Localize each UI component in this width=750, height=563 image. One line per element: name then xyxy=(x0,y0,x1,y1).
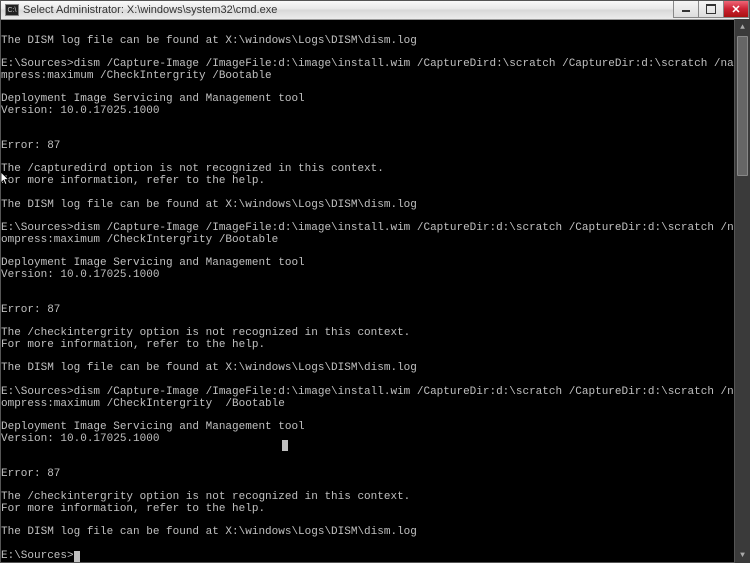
scroll-down-arrow-icon[interactable]: ▼ xyxy=(735,547,750,563)
window-controls xyxy=(674,1,749,19)
minimize-button[interactable] xyxy=(673,1,699,18)
vertical-scrollbar[interactable]: ▲ ▼ xyxy=(734,19,750,563)
window-titlebar[interactable]: C:\ Select Administrator: X:\windows\sys… xyxy=(1,1,749,20)
scroll-thumb[interactable] xyxy=(737,36,748,176)
maximize-button[interactable] xyxy=(698,1,724,18)
text-cursor xyxy=(74,551,80,562)
window-title: Select Administrator: X:\windows\system3… xyxy=(23,4,674,16)
selection-cursor xyxy=(282,440,288,451)
cmd-icon: C:\ xyxy=(5,4,19,16)
scroll-up-arrow-icon[interactable]: ▲ xyxy=(735,19,750,35)
terminal-output[interactable]: The DISM log file can be found at X:\win… xyxy=(1,20,749,562)
close-button[interactable] xyxy=(723,1,749,18)
